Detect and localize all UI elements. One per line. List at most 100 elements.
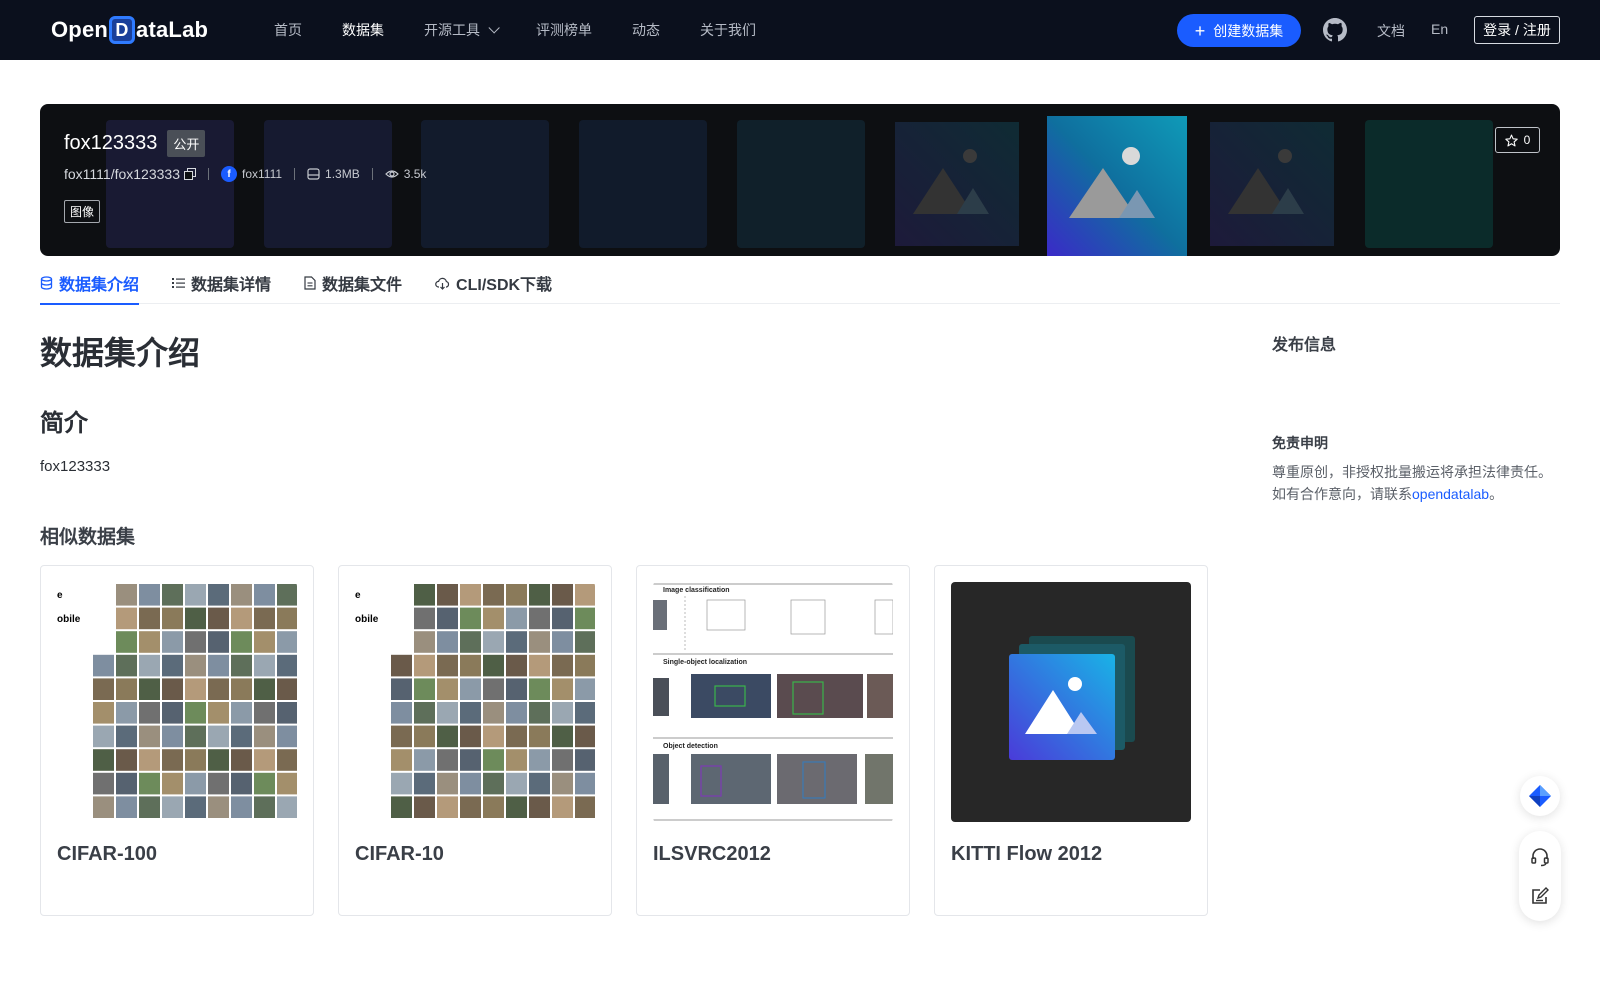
similar-dataset-card[interactable]: e obile CIFAR-100 xyxy=(40,565,314,916)
mosaic-tile xyxy=(414,654,435,677)
mosaic-tile xyxy=(208,584,229,606)
mosaic-tile xyxy=(139,796,160,818)
mosaic-tile xyxy=(506,702,527,724)
mosaic-tile xyxy=(437,678,458,700)
mosaic-tile xyxy=(575,654,595,677)
mosaic-tile xyxy=(162,631,183,653)
mosaic-tile xyxy=(414,678,435,700)
mosaic-tile xyxy=(139,631,160,653)
svg-text:e: e xyxy=(57,590,63,601)
mosaic-tile xyxy=(460,702,481,724)
mosaic-tile xyxy=(506,631,527,653)
dataset-banner: fox123333 公开 fox1111/fox123333 f fox1111… xyxy=(40,104,1560,256)
ai-assistant-button[interactable] xyxy=(1520,776,1560,816)
nav-item-news[interactable]: 动态 xyxy=(632,20,660,40)
eye-icon xyxy=(384,170,399,178)
author-name[interactable]: fox1111 xyxy=(242,167,282,181)
opendatalab-logo[interactable]: Open D ataLab xyxy=(51,14,208,46)
mosaic-tile xyxy=(231,796,252,818)
svg-text:Single-object localization: Single-object localization xyxy=(663,659,747,666)
nav-item-about[interactable]: 关于我们 xyxy=(700,20,756,40)
page-title: 数据集介绍 xyxy=(40,335,201,371)
mosaic-tile xyxy=(552,702,573,724)
mosaic-tile xyxy=(162,584,183,606)
mosaic-tile xyxy=(93,772,114,795)
mosaic-tile xyxy=(162,772,183,795)
tag-image[interactable]: 图像 xyxy=(64,200,101,223)
similar-dataset-card[interactable]: Image classification Single-object local… xyxy=(636,565,910,916)
mosaic-tile xyxy=(529,654,550,677)
banner-decoration xyxy=(579,120,707,248)
mosaic-tile xyxy=(391,678,412,700)
similar-dataset-card[interactable]: e obile CIFAR-10 xyxy=(338,565,612,916)
mosaic-tile xyxy=(391,702,412,724)
mosaic-tile xyxy=(139,725,160,748)
nav-item-home[interactable]: 首页 xyxy=(274,20,302,40)
mosaic-tile xyxy=(254,702,275,724)
edit-feedback-icon xyxy=(1532,886,1549,904)
star-button[interactable]: 0 xyxy=(1495,127,1540,153)
dataset-card-title: ILSVRC2012 xyxy=(653,843,771,865)
tab-dataset-details[interactable]: 数据集详情 xyxy=(172,262,271,304)
tab-dataset-intro[interactable]: 数据集介绍 xyxy=(40,262,140,305)
mosaic-tile xyxy=(414,796,435,818)
create-dataset-button[interactable]: + 创建数据集 xyxy=(1177,14,1301,47)
disclaimer-text: 尊重原创，非授权批量搬运将承担法律责任。 如有合作意向，请联系opendatal… xyxy=(1272,464,1552,502)
svg-text:Object detection: Object detection xyxy=(663,743,718,750)
github-icon[interactable] xyxy=(1323,18,1347,42)
plus-icon: + xyxy=(1194,20,1206,41)
dataset-card-title: KITTI Flow 2012 xyxy=(951,843,1103,865)
mosaic-tile xyxy=(116,796,137,818)
nav-item-leaderboard[interactable]: 评测榜单 xyxy=(536,20,592,40)
mosaic-tile xyxy=(208,702,229,724)
ai-assistant-icon xyxy=(1529,785,1551,807)
mosaic-tile xyxy=(231,725,252,748)
banner-image-placeholder-icon xyxy=(895,122,1019,246)
mosaic-tile xyxy=(208,772,229,795)
nav-item-open-source-tools[interactable]: 开源工具 xyxy=(424,20,500,40)
intro-text: fox123333 xyxy=(40,458,111,475)
tab-cli-sdk-download[interactable]: CLI/SDK下载 xyxy=(435,262,552,304)
mosaic-tile xyxy=(552,725,573,748)
mosaic-tile xyxy=(529,584,550,606)
dataset-meta: fox1111/fox123333 f fox1111 1.3MB 3.5k xyxy=(64,166,426,182)
mosaic-tile xyxy=(139,584,160,606)
mosaic-tile xyxy=(483,796,504,818)
copy-icon[interactable] xyxy=(184,168,196,180)
mosaic-tile xyxy=(483,654,504,677)
opendatalab-contact-link[interactable]: opendatalab xyxy=(1412,486,1489,502)
dataset-thumbnail: e obile xyxy=(57,582,297,822)
mosaic-tile xyxy=(231,631,252,653)
feedback-button[interactable] xyxy=(1530,886,1550,906)
customer-service-button[interactable] xyxy=(1530,847,1550,867)
similar-dataset-card[interactable]: KITTI Flow 2012 xyxy=(934,565,1208,916)
mosaic-tile xyxy=(552,678,573,700)
mosaic-tile xyxy=(93,796,114,818)
mosaic-tile xyxy=(93,702,114,724)
floating-toolbar xyxy=(1519,831,1561,921)
file-icon xyxy=(304,276,316,290)
mosaic-tile xyxy=(483,702,504,724)
mosaic-tile xyxy=(414,607,435,630)
mosaic-tile xyxy=(139,607,160,630)
star-count: 0 xyxy=(1523,133,1531,147)
author-avatar[interactable]: f xyxy=(221,166,237,182)
mosaic-tile xyxy=(116,584,137,606)
nav-item-datasets[interactable]: 数据集 xyxy=(342,20,384,40)
login-register-button[interactable]: 登录 / 注册 xyxy=(1474,16,1560,44)
dataset-card-title: CIFAR-100 xyxy=(57,843,158,865)
mosaic-tile xyxy=(437,584,458,606)
tab-dataset-files[interactable]: 数据集文件 xyxy=(304,262,402,304)
mosaic-tile xyxy=(552,654,573,677)
docs-link[interactable]: 文档 xyxy=(1377,21,1405,41)
dataset-thumbnail xyxy=(951,582,1191,822)
mosaic-tile xyxy=(575,678,595,700)
star-icon xyxy=(1504,134,1518,146)
mosaic-tile xyxy=(162,702,183,724)
mosaic-tile xyxy=(506,654,527,677)
dataset-card-title: CIFAR-10 xyxy=(355,843,444,865)
mosaic-tile xyxy=(93,654,114,677)
ilsvrc-tasks-image: Image classification Single-object local… xyxy=(653,582,893,822)
mosaic-tile xyxy=(185,772,206,795)
language-switch[interactable]: En xyxy=(1431,21,1448,37)
